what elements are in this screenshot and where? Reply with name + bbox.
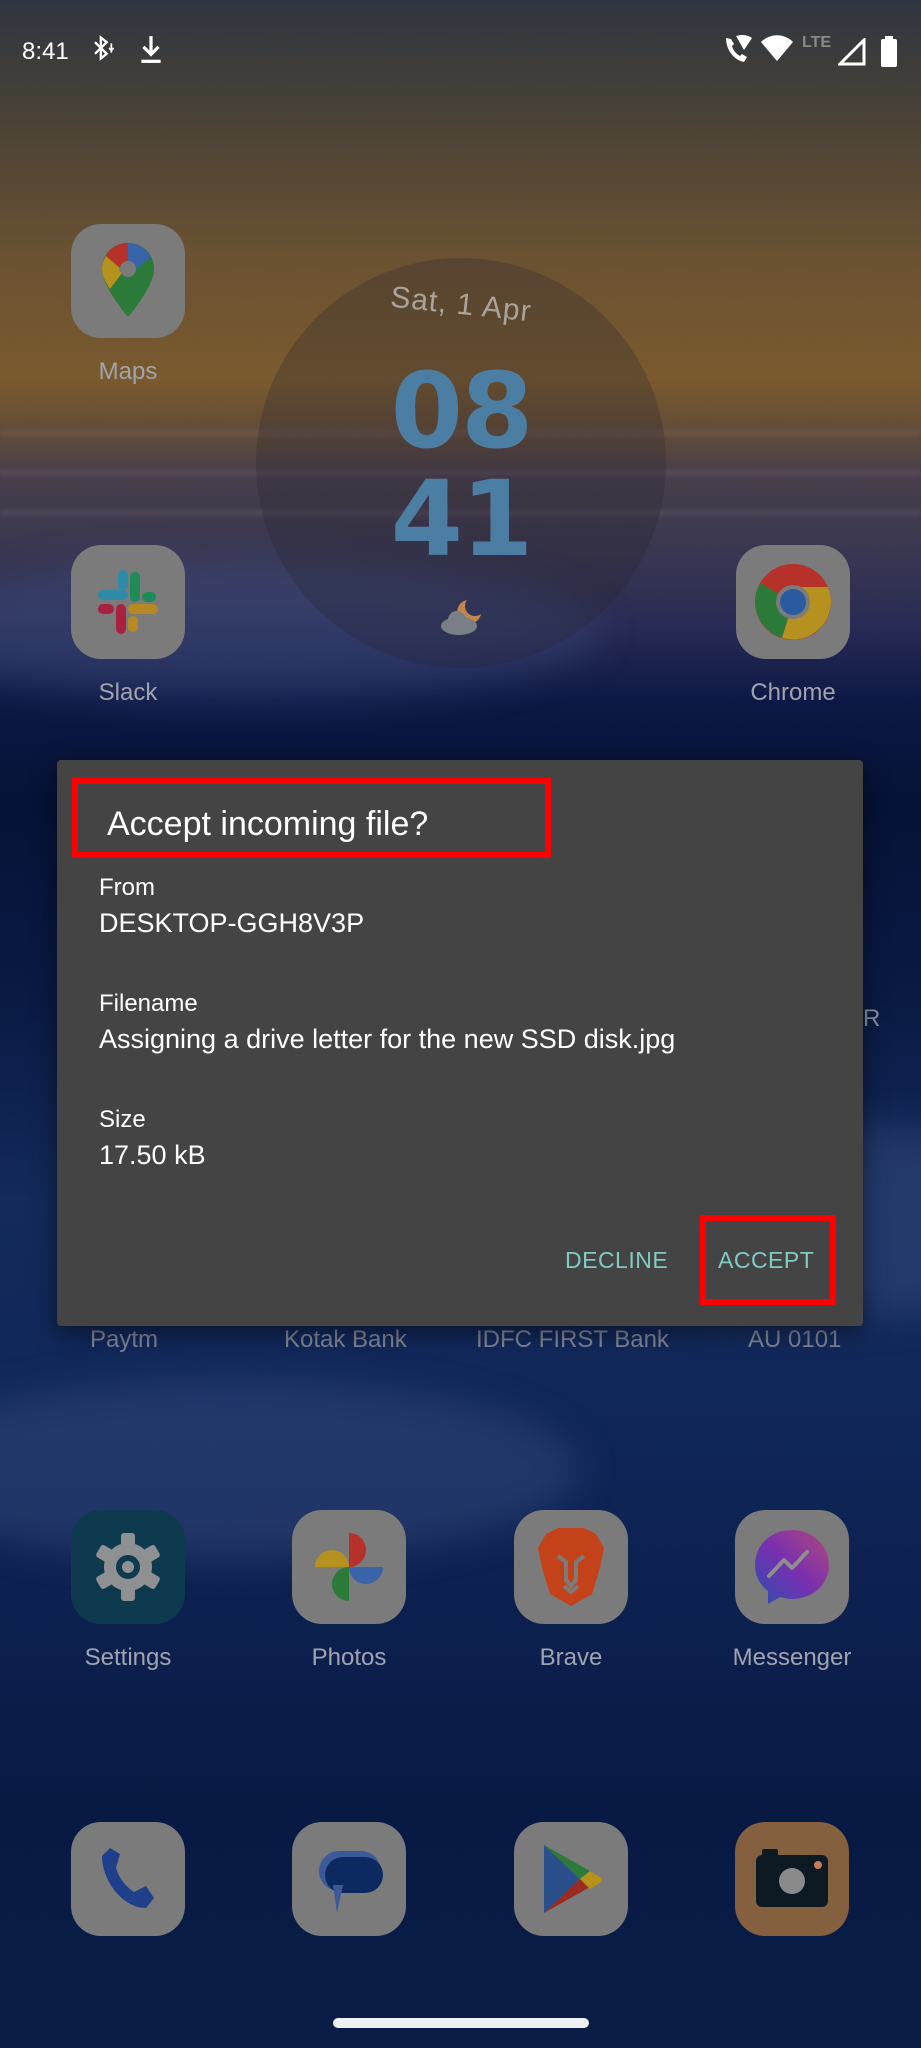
- app-label-au[interactable]: AU 0101: [748, 1326, 841, 1354]
- size-label: Size: [99, 1106, 146, 1133]
- gesture-nav-handle[interactable]: [333, 2018, 589, 2028]
- status-time: 8:41: [22, 38, 69, 65]
- decline-button[interactable]: DECLINE: [565, 1247, 668, 1274]
- settings-icon: [71, 1510, 185, 1624]
- slack-icon: [71, 545, 185, 659]
- wifi-calling-icon: [722, 34, 754, 68]
- battery-icon: [880, 36, 898, 72]
- app-chrome[interactable]: Chrome: [713, 545, 873, 707]
- app-label: Chrome: [750, 679, 836, 706]
- app-label: Settings: [84, 1644, 172, 1671]
- google-maps-icon: [71, 224, 185, 338]
- app-label: Messenger: [732, 1644, 852, 1671]
- lte-icon: LTE: [802, 34, 832, 51]
- accept-file-dialog: Accept incoming file? From DESKTOP-GGH8V…: [57, 760, 863, 1326]
- dock-camera[interactable]: [712, 1822, 872, 1936]
- dialog-title: Accept incoming file?: [107, 805, 429, 843]
- dock-play-store[interactable]: [491, 1822, 651, 1936]
- app-settings[interactable]: Settings: [48, 1510, 208, 1672]
- brave-icon: [514, 1510, 628, 1624]
- google-photos-icon: [292, 1510, 406, 1624]
- app-label: Maps: [98, 358, 158, 385]
- size-value: 17.50 kB: [99, 1140, 206, 1170]
- wifi-icon: [760, 34, 794, 66]
- app-brave[interactable]: Brave: [491, 1510, 651, 1672]
- app-label-paytm[interactable]: Paytm: [90, 1326, 158, 1354]
- filename-value: Assigning a drive letter for the new SSD…: [99, 1024, 676, 1054]
- accept-highlight-box: [700, 1215, 836, 1305]
- app-label: Brave: [539, 1644, 603, 1671]
- app-label: Slack: [98, 679, 158, 706]
- signal-icon: [836, 36, 866, 70]
- chrome-icon: [736, 545, 850, 659]
- clock-date: Sat, 1 Apr: [388, 280, 534, 329]
- app-photos[interactable]: Photos: [269, 1510, 429, 1672]
- download-icon: [138, 34, 164, 68]
- filename-label: Filename: [99, 990, 198, 1017]
- app-label-kotak[interactable]: Kotak Bank: [284, 1326, 407, 1354]
- app-label-idfc[interactable]: IDFC FIRST Bank: [476, 1326, 669, 1354]
- bluetooth-data-icon: [88, 34, 116, 66]
- app-messenger[interactable]: Messenger: [712, 1510, 872, 1672]
- messenger-icon: [735, 1510, 849, 1624]
- app-label: Photos: [311, 1644, 387, 1671]
- phone-icon: [71, 1822, 185, 1936]
- clock-hour: 08: [390, 350, 534, 472]
- partly-cloudy-night-icon: [439, 596, 485, 636]
- camera-icon: [735, 1822, 849, 1936]
- status-bar: 8:41 LTE: [0, 0, 921, 110]
- clock-minute: 41: [390, 458, 534, 580]
- app-slack[interactable]: Slack: [48, 545, 208, 707]
- from-label: From: [99, 874, 155, 901]
- app-maps[interactable]: Maps: [48, 224, 208, 386]
- clock-widget[interactable]: Sat, 1 Apr 08 41: [256, 258, 666, 668]
- dock-messages[interactable]: [269, 1822, 429, 1936]
- partial-app-label: R: [863, 1005, 881, 1032]
- play-store-icon: [514, 1822, 628, 1936]
- messages-icon: [292, 1822, 406, 1936]
- from-value: DESKTOP-GGH8V3P: [99, 908, 365, 938]
- dock-phone[interactable]: [48, 1822, 208, 1936]
